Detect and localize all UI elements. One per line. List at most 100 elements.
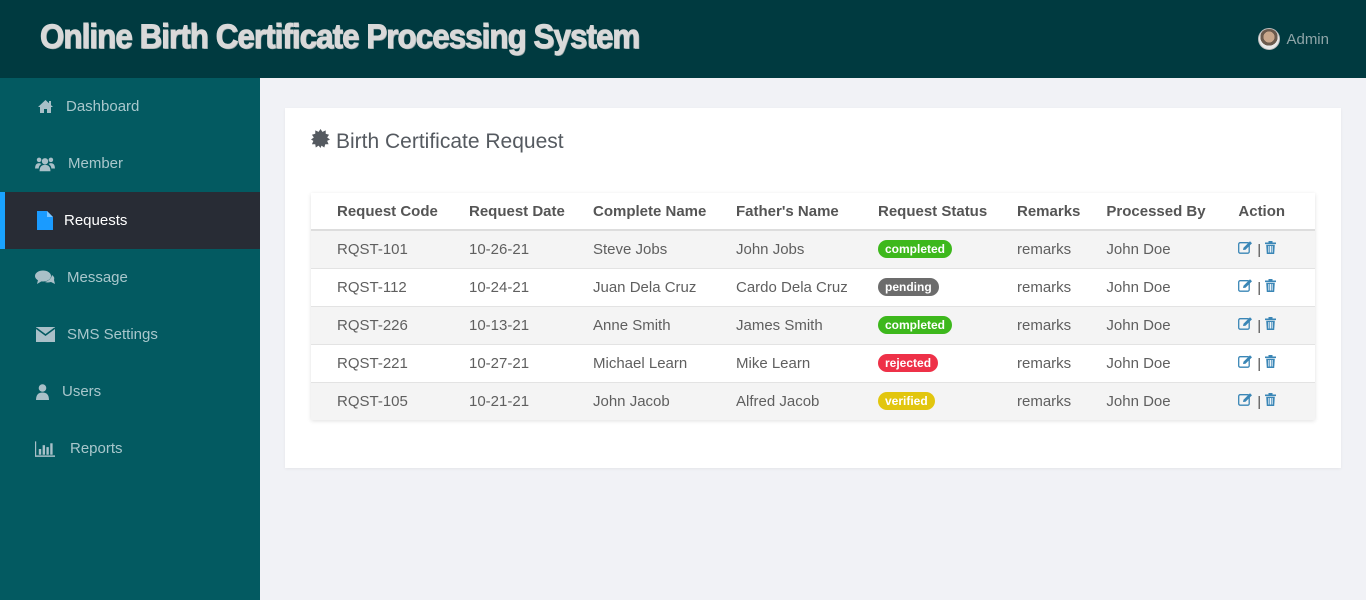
table-header-row: Request Code Request Date Complete Name … — [311, 193, 1315, 231]
column-header[interactable]: Remarks — [991, 193, 1081, 231]
table-row: RQST-105 10-21-21 John Jacob Alfred Jaco… — [311, 382, 1315, 420]
top-bar: Online Birth Certificate Processing Syst… — [0, 0, 1366, 78]
processed-by: John Doe — [1080, 306, 1226, 345]
action-cell: | — [1225, 268, 1315, 307]
action-cell: | — [1225, 382, 1315, 420]
table-row: RQST-221 10-27-21 Michael Learn Mike Lea… — [311, 344, 1315, 383]
app-title: Online Birth Certificate Processing Syst… — [40, 18, 641, 57]
request-status-cell: rejected — [852, 344, 991, 383]
column-header[interactable]: Complete Name — [567, 193, 710, 231]
status-badge: rejected — [878, 354, 939, 372]
processed-by: John Doe — [1080, 344, 1226, 383]
complete-name: Anne Smith — [567, 306, 710, 345]
requests-table: Request Code Request Date Complete Name … — [311, 193, 1315, 420]
father-name: Cardo Dela Cruz — [710, 268, 852, 307]
sidebar-item-sms-settings[interactable]: SMS Settings — [0, 306, 260, 363]
column-header[interactable]: Processed By — [1080, 193, 1226, 231]
sidebar-item-member[interactable]: Member — [0, 135, 260, 192]
edit-icon[interactable] — [1238, 393, 1253, 410]
sidebar-item-label: Reports — [70, 440, 123, 457]
sidebar: Dashboard Member Requests Message SMS Se… — [0, 78, 260, 600]
table-row: RQST-112 10-24-21 Juan Dela Cruz Cardo D… — [311, 268, 1315, 307]
sidebar-item-label: SMS Settings — [67, 326, 158, 343]
file-icon — [35, 211, 55, 230]
user-icon — [35, 383, 49, 401]
column-header[interactable]: Father's Name — [710, 193, 852, 231]
sidebar-item-users[interactable]: Users — [0, 363, 260, 420]
action-separator: | — [1257, 393, 1262, 410]
request-card: Birth Certificate Request Request Code R… — [285, 108, 1341, 468]
delete-icon[interactable] — [1265, 240, 1277, 258]
complete-name: Juan Dela Cruz — [567, 268, 710, 307]
request-code: RQST-101 — [311, 230, 443, 269]
father-name: John Jobs — [710, 230, 852, 269]
comments-icon — [35, 269, 55, 287]
father-name: Mike Learn — [710, 344, 852, 383]
sidebar-item-label: Dashboard — [66, 98, 140, 115]
sidebar-item-label: Requests — [64, 212, 128, 229]
remarks: remarks — [991, 230, 1081, 269]
complete-name: Michael Learn — [567, 344, 710, 383]
request-code: RQST-226 — [311, 306, 443, 345]
sidebar-item-label: Member — [68, 155, 124, 172]
user-menu[interactable]: Admin — [1258, 28, 1329, 50]
certificate-icon — [311, 129, 330, 154]
action-separator: | — [1257, 317, 1262, 333]
action-separator: | — [1257, 241, 1262, 258]
remarks: remarks — [991, 344, 1081, 383]
delete-icon[interactable] — [1265, 392, 1277, 410]
sidebar-item-label: Users — [62, 383, 102, 400]
status-badge: pending — [878, 278, 939, 296]
column-header[interactable]: Request Status — [852, 193, 991, 231]
request-date: 10-24-21 — [443, 268, 567, 307]
processed-by: John Doe — [1080, 268, 1226, 307]
edit-icon[interactable] — [1238, 316, 1253, 334]
table-row: RQST-101 10-26-21 Steve Jobs John Jobs c… — [311, 230, 1315, 269]
home-icon — [35, 98, 55, 116]
status-badge: verified — [878, 392, 935, 411]
request-code: RQST-221 — [311, 344, 443, 383]
processed-by: John Doe — [1080, 382, 1226, 420]
request-status-cell: verified — [852, 382, 991, 420]
request-date: 10-26-21 — [443, 230, 567, 269]
table-row: RQST-226 10-13-21 Anne Smith James Smith… — [311, 306, 1315, 345]
column-header[interactable]: Request Code — [311, 193, 443, 231]
request-date: 10-21-21 — [443, 382, 567, 420]
status-badge: completed — [878, 240, 953, 259]
request-code: RQST-112 — [311, 268, 443, 307]
complete-name: Steve Jobs — [567, 230, 710, 269]
delete-icon[interactable] — [1265, 278, 1277, 296]
edit-icon[interactable] — [1238, 241, 1253, 258]
remarks: remarks — [991, 306, 1081, 345]
request-status-cell: completed — [852, 306, 991, 345]
page-title-text: Birth Certificate Request — [336, 129, 564, 153]
sidebar-item-message[interactable]: Message — [0, 249, 260, 306]
status-badge: completed — [878, 316, 953, 334]
action-cell: | — [1225, 230, 1315, 269]
request-date: 10-13-21 — [443, 306, 567, 345]
user-name[interactable]: Admin — [1286, 31, 1329, 48]
envelope-icon — [35, 326, 55, 344]
processed-by: John Doe — [1080, 230, 1226, 269]
edit-icon[interactable] — [1238, 278, 1253, 296]
sidebar-item-requests[interactable]: Requests — [0, 192, 260, 249]
father-name: James Smith — [710, 306, 852, 345]
delete-icon[interactable] — [1265, 316, 1277, 334]
remarks: remarks — [991, 382, 1081, 420]
action-separator: | — [1257, 279, 1262, 295]
sidebar-item-label: Message — [67, 269, 128, 286]
column-header[interactable]: Request Date — [443, 193, 567, 231]
sidebar-item-dashboard[interactable]: Dashboard — [0, 78, 260, 135]
remarks: remarks — [991, 268, 1081, 307]
bar-chart-icon — [35, 440, 55, 458]
user-avatar-icon[interactable] — [1258, 28, 1281, 50]
column-header: Action — [1225, 193, 1315, 231]
users-icon — [35, 155, 55, 173]
action-separator: | — [1257, 355, 1262, 371]
delete-icon[interactable] — [1265, 354, 1277, 372]
father-name: Alfred Jacob — [710, 382, 852, 420]
action-cell: | — [1225, 344, 1315, 383]
request-date: 10-27-21 — [443, 344, 567, 383]
sidebar-item-reports[interactable]: Reports — [0, 420, 260, 477]
edit-icon[interactable] — [1238, 354, 1253, 372]
